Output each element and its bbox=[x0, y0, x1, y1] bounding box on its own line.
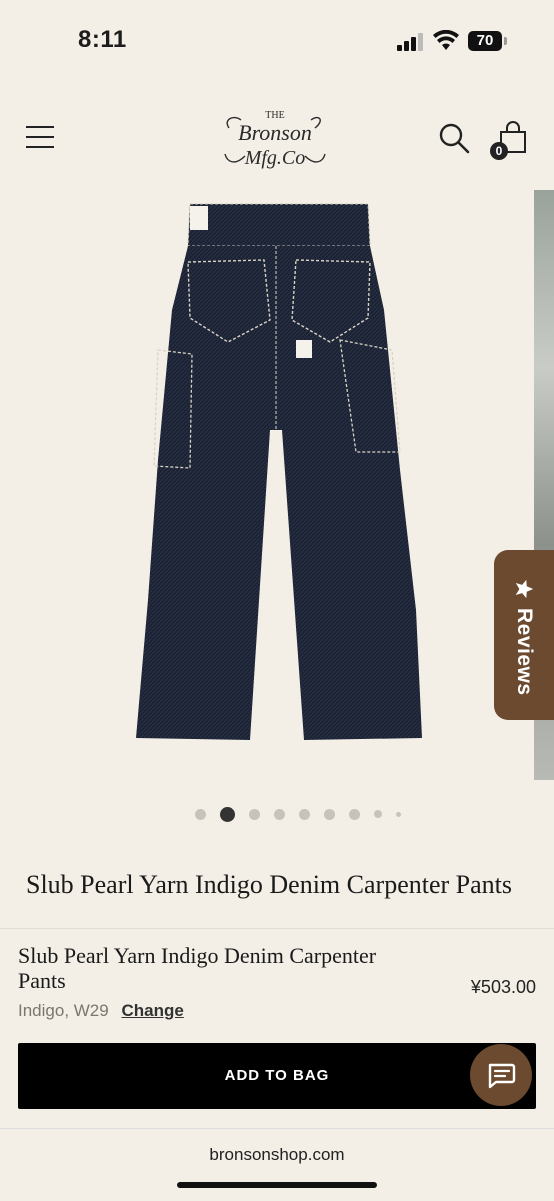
change-variant-link[interactable]: Change bbox=[121, 1001, 183, 1020]
denim-pants-illustration bbox=[136, 203, 422, 740]
brand-logo[interactable]: THE Bronson Mfg.Co bbox=[215, 106, 335, 172]
product-title: Slub Pearl Yarn Indigo Denim Carpenter P… bbox=[26, 870, 513, 899]
cart-count-badge: 0 bbox=[490, 142, 508, 160]
pagination-dot-active[interactable] bbox=[220, 806, 235, 822]
gallery-pagination bbox=[195, 806, 401, 822]
svg-text:Mfg.Co: Mfg.Co bbox=[244, 147, 306, 169]
pagination-dot[interactable] bbox=[324, 808, 335, 820]
star-icon bbox=[515, 579, 534, 599]
pagination-dot[interactable] bbox=[274, 808, 285, 820]
pagination-dot[interactable] bbox=[349, 808, 360, 820]
chat-button[interactable] bbox=[470, 1044, 532, 1106]
chat-icon bbox=[488, 1063, 516, 1089]
pagination-dot[interactable] bbox=[249, 808, 260, 820]
home-indicator[interactable] bbox=[177, 1182, 377, 1188]
browser-address-bar[interactable]: bronsonshop.com bbox=[0, 1128, 554, 1201]
pagination-dot[interactable] bbox=[195, 808, 206, 820]
reviews-tab[interactable]: Reviews bbox=[494, 550, 554, 720]
svg-text:Bronson: Bronson bbox=[238, 120, 312, 145]
wifi-icon bbox=[433, 30, 459, 50]
url-text[interactable]: bronsonshop.com bbox=[0, 1145, 554, 1165]
product-image-pants[interactable] bbox=[0, 190, 530, 780]
battery-indicator: 70 bbox=[468, 31, 502, 51]
menu-button[interactable] bbox=[26, 126, 56, 150]
cellular-signal-icon bbox=[397, 33, 423, 51]
search-icon[interactable] bbox=[438, 122, 470, 154]
pagination-dot[interactable] bbox=[396, 811, 401, 817]
add-to-bag-button[interactable]: ADD TO BAG bbox=[18, 1043, 536, 1109]
product-price: ¥503.00 bbox=[470, 977, 536, 997]
battery-tip bbox=[504, 37, 507, 45]
variant-text: Indigo, W29 bbox=[18, 1001, 109, 1020]
pagination-dot[interactable] bbox=[299, 808, 310, 820]
sticky-product-title: Slub Pearl Yarn Indigo Denim Carpenter P… bbox=[18, 943, 377, 993]
status-bar: 8:11 70 bbox=[0, 0, 554, 84]
reviews-label: Reviews bbox=[513, 608, 536, 696]
status-time: 8:11 bbox=[78, 26, 127, 53]
product-gallery[interactable] bbox=[0, 190, 554, 780]
selected-variant: Indigo, W29 Change bbox=[18, 1001, 184, 1021]
site-header: THE Bronson Mfg.Co bbox=[0, 96, 554, 182]
pagination-dot[interactable] bbox=[374, 810, 382, 818]
